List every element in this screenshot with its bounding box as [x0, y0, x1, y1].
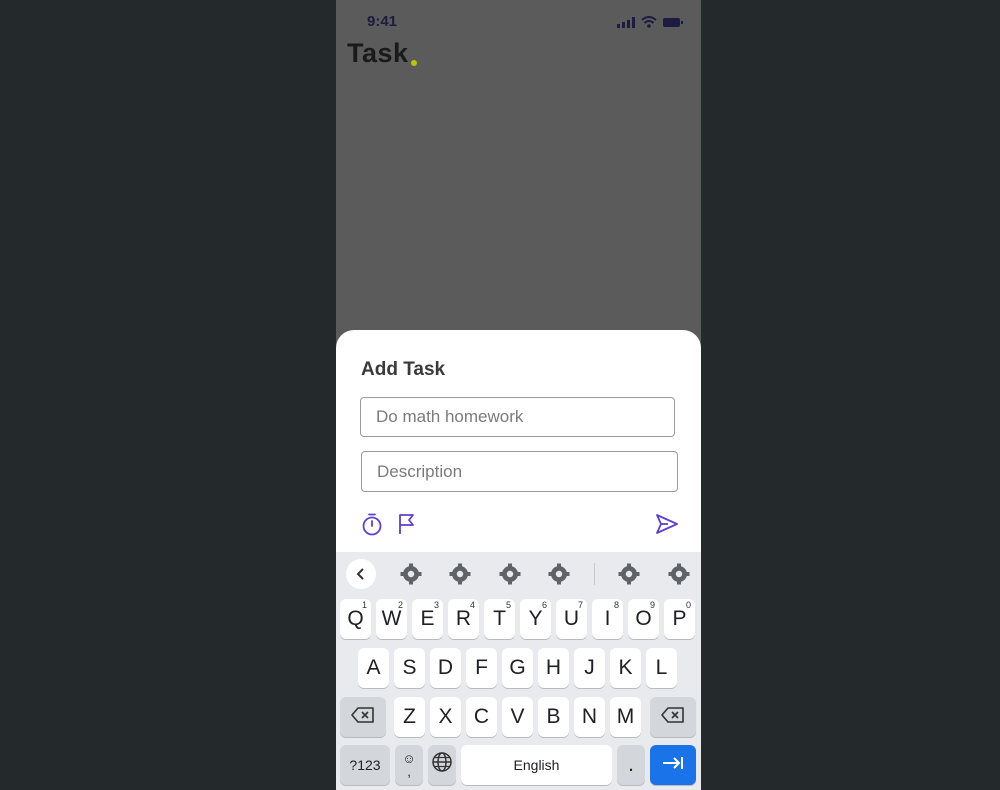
key-label: W — [381, 607, 402, 630]
symbols-key[interactable]: ?123 — [340, 745, 390, 785]
keyboard-toolbar — [336, 552, 701, 594]
add-task-sheet: Add Task — [336, 330, 701, 560]
backspace-key[interactable] — [340, 697, 386, 737]
gear-icon[interactable] — [400, 563, 422, 585]
status-time: 9:41 — [367, 13, 398, 30]
key-u[interactable]: U7 — [556, 599, 587, 639]
key-hint: 0 — [685, 600, 691, 610]
key-s[interactable]: S — [394, 648, 425, 688]
key-b[interactable]: B — [538, 697, 569, 737]
key-hint: 2 — [397, 600, 403, 610]
space-key[interactable]: English — [461, 745, 612, 785]
status-bar: 9:41 — [336, 0, 701, 40]
key-e[interactable]: E3 — [412, 599, 443, 639]
key-hint: 6 — [541, 600, 547, 610]
tab-arrow-icon — [661, 753, 685, 777]
emoji-key[interactable]: ☺ , — [395, 745, 423, 785]
key-z[interactable]: Z — [394, 697, 425, 737]
key-y[interactable]: Y6 — [520, 599, 551, 639]
key-label: Y — [528, 607, 543, 630]
key-n[interactable]: N — [574, 697, 605, 737]
key-m[interactable]: M — [610, 697, 641, 737]
key-hint: 4 — [469, 600, 475, 610]
gear-icon[interactable] — [548, 563, 570, 585]
flag-icon[interactable] — [394, 511, 420, 537]
globe-icon — [431, 751, 453, 779]
key-label: U — [563, 607, 580, 630]
key-j[interactable]: J — [574, 648, 605, 688]
key-label: I — [604, 607, 611, 630]
key-hint: 9 — [649, 600, 655, 610]
key-r[interactable]: R4 — [448, 599, 479, 639]
key-l[interactable]: L — [646, 648, 677, 688]
gear-icon[interactable] — [618, 563, 640, 585]
backspace-key[interactable] — [650, 697, 696, 737]
task-title-input[interactable] — [361, 398, 674, 436]
send-icon[interactable] — [654, 511, 680, 537]
description-field — [361, 451, 678, 492]
key-h[interactable]: H — [538, 648, 569, 688]
task-title-field — [360, 397, 675, 437]
key-g[interactable]: G — [502, 648, 533, 688]
key-label: O — [635, 607, 652, 630]
key-label: P — [672, 607, 687, 630]
gear-icon[interactable] — [499, 563, 521, 585]
next-key[interactable] — [650, 745, 696, 785]
period-key[interactable]: . — [617, 745, 645, 785]
key-label: T — [493, 607, 506, 630]
key-k[interactable]: K — [610, 648, 641, 688]
app-title: Task — [347, 38, 417, 69]
wifi-icon — [641, 15, 657, 33]
key-label: E — [420, 607, 435, 630]
key-o[interactable]: O9 — [628, 599, 659, 639]
battery-icon — [663, 15, 683, 33]
key-hint: 5 — [505, 600, 511, 610]
key-label: Q — [347, 607, 364, 630]
signal-icon — [617, 15, 635, 33]
globe-key[interactable] — [428, 745, 456, 785]
key-label: R — [455, 607, 472, 630]
key-q[interactable]: Q1 — [340, 599, 371, 639]
keyboard: Q1 W2 E3 R4 T5 Y6 U7 I8 O9 P0 A S D F G … — [336, 552, 701, 790]
app-title-text: Task — [347, 38, 409, 68]
description-input[interactable] — [362, 452, 677, 491]
key-c[interactable]: C — [466, 697, 497, 737]
status-icons — [617, 15, 683, 33]
phone-screen: 9:41 Task Add Task Do math homework Desc… — [336, 0, 701, 790]
key-hint: 8 — [613, 600, 619, 610]
sheet-title: Add Task — [361, 359, 446, 380]
key-d[interactable]: D — [430, 648, 461, 688]
key-w[interactable]: W2 — [376, 599, 407, 639]
comma-label: , — [407, 764, 411, 779]
key-a[interactable]: A — [358, 648, 389, 688]
key-hint: 7 — [577, 600, 583, 610]
key-p[interactable]: P0 — [664, 599, 695, 639]
key-v[interactable]: V — [502, 697, 533, 737]
gear-icon[interactable] — [668, 563, 690, 585]
key-x[interactable]: X — [430, 697, 461, 737]
gear-icon[interactable] — [449, 563, 471, 585]
backspace-icon — [661, 705, 685, 729]
key-hint: 1 — [361, 600, 367, 610]
backspace-icon — [351, 705, 375, 729]
key-t[interactable]: T5 — [484, 599, 515, 639]
key-hint: 3 — [433, 600, 439, 610]
timer-icon[interactable] — [359, 511, 385, 537]
key-i[interactable]: I8 — [592, 599, 623, 639]
chevron-left-icon[interactable] — [346, 559, 376, 589]
key-f[interactable]: F — [466, 648, 497, 688]
toolbar-divider — [594, 563, 595, 585]
title-dot-icon — [410, 60, 417, 66]
